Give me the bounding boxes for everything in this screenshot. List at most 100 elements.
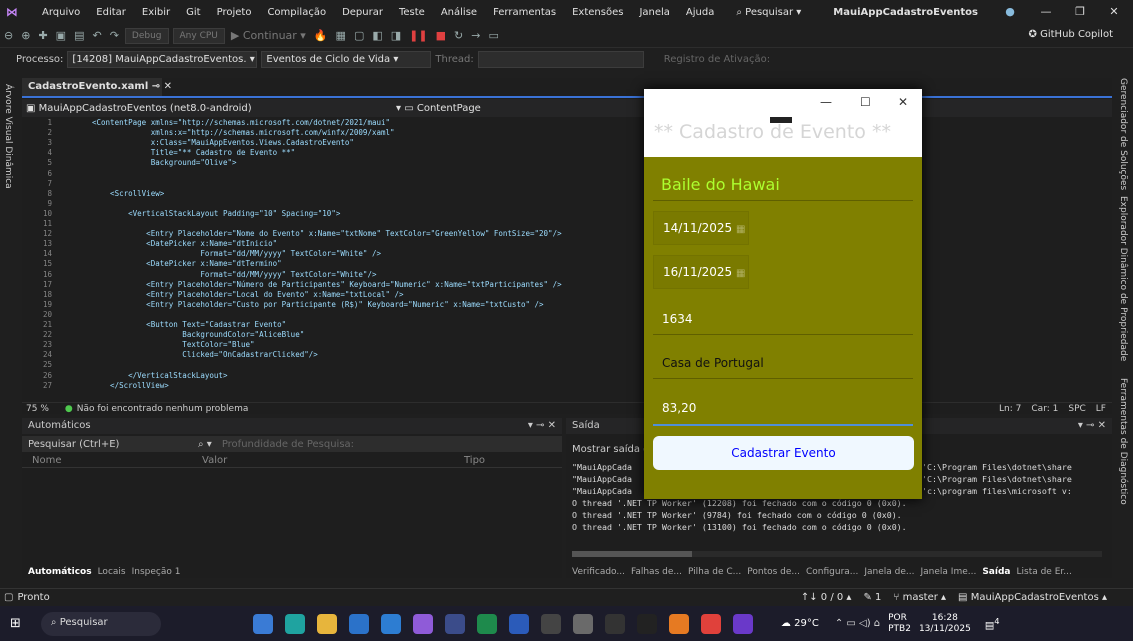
solution-explorer-tab[interactable]: Gerenciador de Soluções — [1118, 78, 1128, 190]
code-lines[interactable]: 1 <ContentPage xmlns="http://schemas.micr… — [22, 118, 1112, 398]
location-entry[interactable]: Casa de Portugal — [653, 345, 913, 379]
settings-icon[interactable] — [572, 613, 593, 634]
word-icon[interactable] — [508, 613, 529, 634]
visual-studio-icon[interactable] — [412, 613, 433, 634]
forward-icon[interactable]: ⊕ — [17, 29, 34, 42]
autos-search-input[interactable]: Pesquisar (Ctrl+E) — [28, 439, 198, 450]
tab-janela-de[interactable]: Janela de... — [864, 567, 914, 577]
platform-select[interactable]: Any CPU — [172, 27, 225, 44]
menu-editar[interactable]: Editar — [88, 7, 134, 18]
code-line[interactable]: 2 xmlns:x="http://schemas.microsoft.com/… — [22, 128, 1112, 137]
code-line[interactable]: 3 x:Class="MauiAppEventos.Views.Cadastro… — [22, 138, 1112, 147]
file-explorer-icon[interactable] — [316, 613, 337, 634]
account-avatar-icon[interactable]: ● — [994, 0, 1026, 24]
code-line[interactable]: 16 Format="dd/MM/yyyy" TextColor="White"… — [22, 270, 1112, 279]
toolbar-icon-3[interactable]: ◧ — [368, 29, 386, 42]
clock[interactable]: 16:28 13/11/2025 — [919, 613, 971, 635]
code-line[interactable]: 10 <VerticalStackLayout Padding="10" Spa… — [22, 209, 1112, 218]
dotnet-icon[interactable] — [732, 613, 753, 634]
pending-changes[interactable]: ✎ 1 — [863, 592, 881, 603]
code-line[interactable]: 21 <Button Text="Cadastrar Evento" — [22, 320, 1112, 329]
global-search[interactable]: ⌕ Pesquisar ▾ — [728, 5, 809, 20]
zoom-level[interactable]: 75 % — [26, 404, 49, 414]
code-line[interactable]: 25 — [22, 360, 1112, 369]
tab-pilha[interactable]: Pilha de C... — [688, 567, 741, 577]
menu-exibir[interactable]: Exibir — [134, 7, 178, 18]
menu-extensoes[interactable]: Extensões — [564, 7, 631, 18]
code-line[interactable]: 15 <DatePicker x:Name="dtTermino" — [22, 259, 1112, 268]
toolbar-icon-4[interactable]: ◨ — [387, 29, 405, 42]
output-scrollbar[interactable] — [572, 551, 1102, 557]
task-view-icon[interactable] — [221, 614, 241, 634]
edge-icon[interactable] — [284, 613, 305, 634]
cost-entry[interactable]: 83,20 — [653, 389, 913, 426]
stop-icon[interactable]: ■ — [432, 29, 450, 42]
toolbar-icon-1[interactable]: ▦ — [332, 29, 350, 42]
obs-icon[interactable] — [604, 613, 625, 634]
menu-arquivo[interactable]: Arquivo — [34, 7, 88, 18]
chrome-icon[interactable] — [700, 613, 721, 634]
code-line[interactable]: 9 — [22, 199, 1112, 208]
code-line[interactable]: 19 <Entry Placeholder="Custo por Partici… — [22, 300, 1112, 309]
close-icon[interactable]: ✕ — [1098, 0, 1130, 24]
code-line[interactable]: 20 — [22, 310, 1112, 319]
tray-icons[interactable]: ⌃ ▭ ◁) ⌂ — [835, 618, 880, 629]
code-line[interactable]: 5 Background="Olive"> — [22, 158, 1112, 167]
app-icon-3[interactable] — [668, 613, 689, 634]
code-line[interactable]: 11 — [22, 219, 1112, 228]
app-close-icon[interactable]: ✕ — [898, 95, 908, 109]
calculator-icon[interactable] — [540, 613, 561, 634]
step-icon[interactable]: → — [467, 29, 484, 42]
tab-saida[interactable]: Saída — [982, 567, 1010, 577]
menu-ferramentas[interactable]: Ferramentas — [485, 7, 564, 18]
terminal-icon[interactable]: ▭ — [484, 29, 502, 42]
taskbar-search[interactable]: ⌕ Pesquisar — [40, 611, 161, 636]
panel-options-icon[interactable]: ▾ ⊸ ✕ — [1078, 420, 1106, 431]
save-all-icon[interactable]: ▤ — [70, 29, 88, 42]
menu-ajuda[interactable]: Ajuda — [678, 7, 722, 18]
column-tipo[interactable]: Tipo — [464, 455, 485, 466]
outlook-icon[interactable] — [348, 613, 369, 634]
process-select[interactable]: [14208] MauiAppCadastroEventos. ▾ — [67, 50, 258, 68]
tab-configura[interactable]: Configura... — [806, 567, 858, 577]
code-line[interactable]: 24 Clicked="OnCadastrarClicked"/> — [22, 350, 1112, 359]
code-line[interactable]: 17 <Entry Placeholder="Número de Partici… — [22, 280, 1112, 289]
column-nome[interactable]: Nome — [32, 455, 202, 466]
code-line[interactable]: 12 <Entry Placeholder="Nome do Evento" x… — [22, 229, 1112, 238]
code-line[interactable]: 8 <ScrollView> — [22, 189, 1112, 198]
git-sync[interactable]: ↑↓ 0 / 0 ▴ — [801, 592, 852, 603]
register-event-button[interactable]: Cadastrar Evento — [653, 436, 914, 470]
app-minimize-icon[interactable]: — — [820, 95, 832, 109]
continue-button[interactable]: ▶ Continuar ▾ — [227, 29, 310, 42]
tab-inspecao[interactable]: Inspeção 1 — [132, 567, 181, 577]
save-icon[interactable]: ▣ — [52, 29, 70, 42]
menu-git[interactable]: Git — [178, 7, 208, 18]
menu-teste[interactable]: Teste — [391, 7, 433, 18]
column-valor[interactable]: Valor — [202, 455, 464, 466]
vscode-icon[interactable] — [380, 613, 401, 634]
live-property-explorer-tab[interactable]: Explorador Dinâmico de Propriedade — [1118, 196, 1128, 361]
end-date-picker[interactable]: 16/11/2025 ▦ — [653, 255, 749, 289]
code-line[interactable]: 6 — [22, 169, 1112, 178]
editor-tab-cadastroevento[interactable]: CadastroEvento.xaml ⊸ ✕ — [22, 78, 172, 96]
code-line[interactable]: 13 <DatePicker x:Name="dtInicio" — [22, 239, 1112, 248]
event-name-entry[interactable]: Baile do Hawai — [653, 167, 913, 201]
lifecycle-events[interactable]: Eventos de Ciclo de Vida ▾ — [261, 50, 432, 68]
app-maximize-icon[interactable]: ☐ — [860, 95, 871, 109]
menu-analise[interactable]: Análise — [433, 7, 485, 18]
minimize-icon[interactable]: — — [1030, 0, 1062, 24]
restart-icon[interactable]: ↻ — [450, 29, 467, 42]
weather-widget[interactable]: ☁ 29°C — [781, 618, 819, 629]
repo-project[interactable]: ▤ MauiAppCadastroEventos ▴ — [958, 592, 1107, 603]
code-line[interactable]: 27 </ScrollView> — [22, 381, 1112, 390]
participants-entry[interactable]: 1634 — [653, 301, 913, 335]
toolbar-icon-2[interactable]: ▢ — [350, 29, 368, 42]
code-line[interactable]: 7 — [22, 179, 1112, 188]
code-line[interactable]: 14 Format="dd/MM/yyyy" TextColor="White"… — [22, 249, 1112, 258]
app-icon-2[interactable] — [444, 613, 465, 634]
element-context-select[interactable]: ▾ ▭ ContentPage — [396, 103, 596, 114]
input-language[interactable]: POR PTB2 — [888, 613, 911, 635]
app-icon-1[interactable] — [252, 613, 273, 634]
github-copilot-button[interactable]: ✪ GitHub Copilot — [1029, 29, 1113, 40]
git-branch[interactable]: ⑂ master ▴ — [893, 592, 946, 603]
